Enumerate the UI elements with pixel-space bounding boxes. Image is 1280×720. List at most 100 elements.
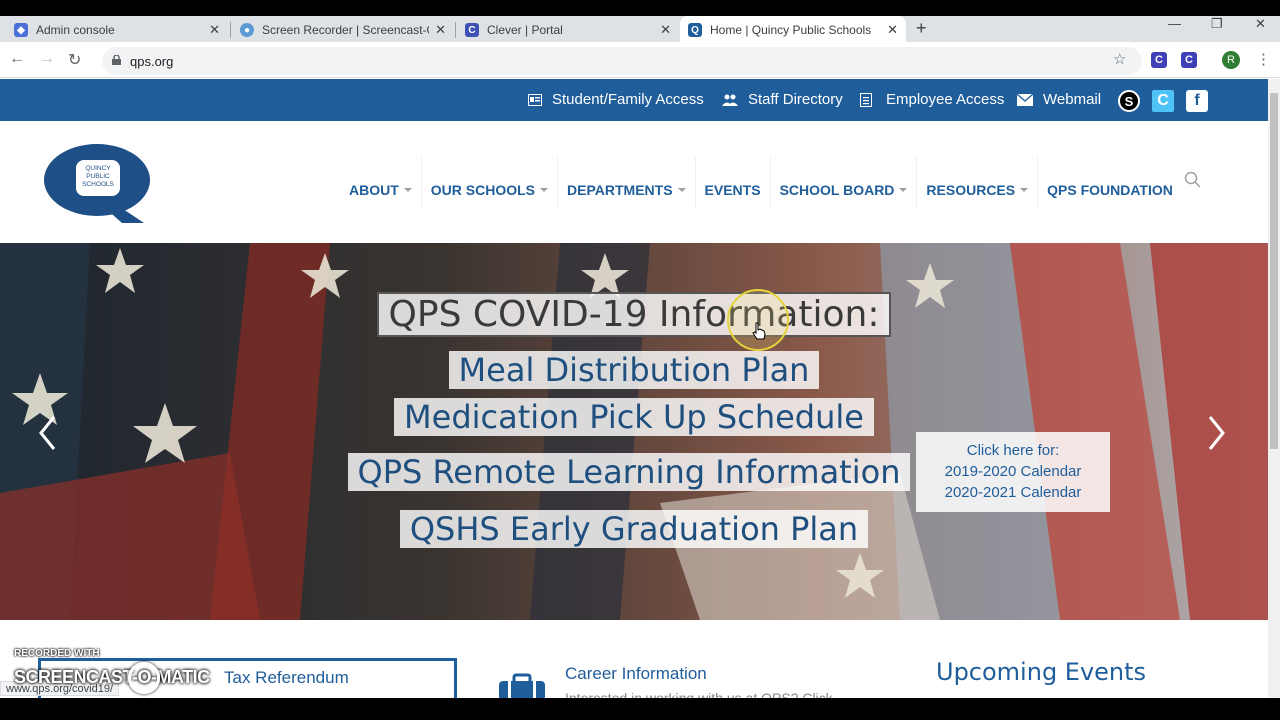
clever-icon[interactable]: C <box>1152 90 1174 112</box>
early-graduation-link[interactable]: QSHS Early Graduation Plan <box>0 510 1268 548</box>
nav-events[interactable]: EVENTS <box>696 173 770 207</box>
employee-access-label: Employee Access <box>886 91 1005 108</box>
watermark-recorded-with: RECORDED WITH <box>14 648 100 659</box>
covid-info-title[interactable]: QPS COVID-19 Information: <box>0 292 1268 337</box>
calendar-heading: Click here for: <box>966 442 1060 459</box>
tab-strip: ◆ Admin console ✕ ● Screen Recorder | Sc… <box>0 0 1280 44</box>
career-information-title[interactable]: Career Information <box>565 664 707 684</box>
chevron-down-icon <box>1020 188 1029 192</box>
slider-prev-icon[interactable] <box>36 413 60 453</box>
extension-clever-2-icon[interactable]: C <box>1181 52 1197 68</box>
profile-avatar[interactable]: R <box>1222 51 1240 69</box>
tab-qps-home[interactable]: Q Home | Quincy Public Schools ✕ <box>680 16 906 44</box>
address-bar[interactable]: qps.org <box>102 47 1142 75</box>
employee-access-link[interactable]: Employee Access <box>860 91 1004 108</box>
forward-arrow-icon[interactable]: → <box>39 50 55 68</box>
nav-departments[interactable]: DEPARTMENTS <box>558 173 695 207</box>
hand-cursor-icon <box>752 322 766 340</box>
qps-favicon-icon: Q <box>688 23 702 37</box>
slider-next-icon[interactable] <box>1204 413 1228 453</box>
nav-qps-foundation[interactable]: QPS FOUNDATION <box>1038 173 1182 207</box>
staff-directory-link[interactable]: Staff Directory <box>722 91 843 108</box>
main-nav: ABOUT OUR SCHOOLS DEPARTMENTS EVENTS SCH… <box>340 157 1182 207</box>
url-text: qps.org <box>130 53 174 69</box>
content-section: Tax Referendum Career Information Intere… <box>0 620 1268 703</box>
nav-school-board[interactable]: SCHOOL BOARD <box>771 173 917 207</box>
reload-icon[interactable]: ↻ <box>68 50 81 70</box>
minimize-icon[interactable]: — <box>1168 16 1181 31</box>
calendar-link-2019-2020[interactable]: 2019-2020 Calendar <box>916 461 1110 482</box>
extension-clever-icon[interactable]: C <box>1151 52 1167 68</box>
search-icon[interactable] <box>1184 171 1202 189</box>
briefcase-icon <box>499 673 545 701</box>
medication-pickup-link[interactable]: Medication Pick Up Schedule <box>0 398 1268 436</box>
back-arrow-icon[interactable]: ← <box>9 50 25 68</box>
users-icon <box>722 94 738 106</box>
early-graduation-text: QSHS Early Graduation Plan <box>399 510 869 548</box>
nav-label: EVENTS <box>704 182 761 198</box>
restore-icon[interactable]: ❐ <box>1211 16 1223 32</box>
meal-distribution-link[interactable]: Meal Distribution Plan <box>0 351 1268 389</box>
video-letterbox <box>0 698 1280 720</box>
qps-logo[interactable]: QUINCY PUBLIC SCHOOLS <box>44 143 154 223</box>
nav-resources[interactable]: RESOURCES <box>917 173 1037 207</box>
nav-label: OUR SCHOOLS <box>430 182 536 198</box>
calendar-link-2020-2021[interactable]: 2020-2021 Calendar <box>916 482 1110 503</box>
student-family-access-label: Student/Family Access <box>552 91 704 108</box>
new-tab-button[interactable]: + <box>916 18 927 39</box>
tab-clever-portal[interactable]: C Clever | Portal ✕ <box>457 18 679 42</box>
tax-referendum-text[interactable]: Tax Referendum <box>224 668 349 688</box>
cursor-highlight <box>727 289 789 351</box>
close-tab-icon[interactable]: ✕ <box>209 22 220 38</box>
document-icon <box>860 92 872 107</box>
admin-console-favicon-icon: ◆ <box>14 23 28 37</box>
browser-window: ◆ Admin console ✕ ● Screen Recorder | Sc… <box>0 0 1280 720</box>
scrollbar-thumb[interactable] <box>1270 93 1278 449</box>
screencast-logo-icon <box>128 662 160 694</box>
envelope-icon <box>1017 93 1033 106</box>
nav-our-schools[interactable]: OUR SCHOOLS <box>422 173 557 207</box>
id-card-icon <box>528 93 542 106</box>
logo-line-3: SCHOOLS <box>82 181 114 188</box>
site-header: QUINCY PUBLIC SCHOOLS ABOUT OUR SCHOOLS … <box>0 121 1268 243</box>
browser-toolbar: ← → ↻ qps.org ☆ C C R ⋮ <box>0 42 1280 78</box>
webmail-label: Webmail <box>1043 91 1102 108</box>
nav-label: ABOUT <box>349 182 399 198</box>
tab-title: Home | Quincy Public Schools <box>710 23 872 37</box>
tab-title: Screen Recorder | Screencast-O- <box>262 23 430 37</box>
close-tab-icon[interactable]: ✕ <box>435 22 446 38</box>
staff-directory-label: Staff Directory <box>748 91 843 108</box>
nav-about[interactable]: ABOUT <box>340 173 421 207</box>
schoology-icon[interactable]: S <box>1118 90 1140 112</box>
nav-label: QPS FOUNDATION <box>1047 182 1173 198</box>
student-family-access-link[interactable]: Student/Family Access <box>528 91 704 108</box>
close-window-icon[interactable]: ✕ <box>1255 16 1266 32</box>
close-tab-icon[interactable]: ✕ <box>887 22 898 38</box>
chevron-down-icon <box>403 188 412 192</box>
remote-learning-text: QPS Remote Learning Information <box>347 453 911 491</box>
tab-separator <box>455 22 456 38</box>
bookmark-star-icon[interactable]: ☆ <box>1113 50 1126 68</box>
facebook-icon[interactable]: f <box>1186 90 1208 112</box>
close-tab-icon[interactable]: ✕ <box>660 22 671 38</box>
hero-slider: QPS COVID-19 Information: Meal Distribut… <box>0 243 1268 620</box>
webmail-link[interactable]: Webmail <box>1017 91 1101 108</box>
screencast-favicon-icon: ● <box>240 23 254 37</box>
meal-distribution-text: Meal Distribution Plan <box>448 351 820 389</box>
nav-label: SCHOOL BOARD <box>779 182 895 198</box>
tab-title: Admin console <box>36 23 115 37</box>
tab-screen-recorder[interactable]: ● Screen Recorder | Screencast-O- ✕ <box>232 18 454 42</box>
tab-title: Clever | Portal <box>487 23 563 37</box>
chevron-down-icon <box>540 188 549 192</box>
browser-menu-icon[interactable]: ⋮ <box>1256 50 1271 68</box>
logo-line-1: QUINCY <box>85 165 111 172</box>
qps-logo-graphic: QUINCY PUBLIC SCHOOLS <box>44 144 150 223</box>
tab-admin-console[interactable]: ◆ Admin console ✕ <box>6 18 228 42</box>
vertical-scrollbar[interactable] <box>1268 79 1280 699</box>
upcoming-events-heading: Upcoming Events <box>936 658 1147 686</box>
nav-label: DEPARTMENTS <box>567 182 673 198</box>
nav-label: RESOURCES <box>926 182 1016 198</box>
chevron-down-icon <box>899 188 908 192</box>
tab-separator <box>230 22 231 38</box>
logo-line-2: PUBLIC <box>86 173 110 180</box>
